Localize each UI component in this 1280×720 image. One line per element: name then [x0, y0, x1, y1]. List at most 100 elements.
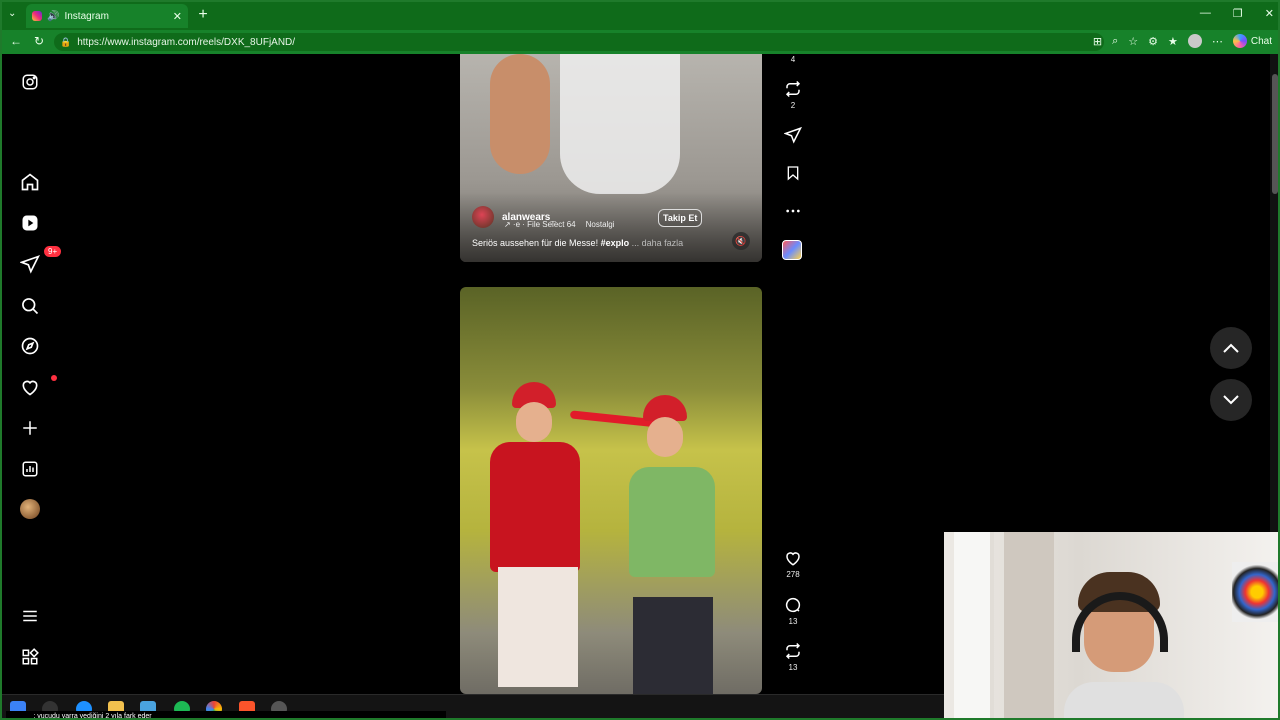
audio-thumbnail[interactable] [782, 240, 802, 260]
more-apps-icon[interactable] [18, 645, 42, 669]
windows-taskbar: ______: vucudu yarra yediğini 2 yıla far… [2, 694, 944, 720]
zoom-icon[interactable]: ⌕ [1112, 35, 1118, 48]
favorites-icon[interactable]: ★ [1168, 35, 1178, 48]
more-icon[interactable] [782, 200, 804, 222]
reel-video-2[interactable] [460, 287, 762, 694]
copilot-chat-button[interactable]: Chat [1232, 34, 1272, 48]
notifications-badge: 9+ [44, 246, 62, 257]
extensions-icon[interactable]: ⚙ [1148, 35, 1158, 48]
browser-toolbar: ← ↻ 🔒 https://www.instagram.com/reels/DX… [2, 30, 1278, 54]
reels-icon[interactable] [18, 211, 42, 235]
messages-icon[interactable]: 9+ [18, 246, 62, 276]
screen: ⌄ 🔊 Instagram ✕ + — ❐ ✕ ← ↻ 🔒 https://ww… [0, 0, 1280, 720]
avatar [20, 499, 40, 519]
white-pants [498, 567, 578, 687]
close-tab-icon[interactable]: ✕ [173, 10, 182, 23]
minimize-icon[interactable]: — [1200, 7, 1211, 20]
previous-reel-button[interactable] [1210, 327, 1252, 369]
audio-playing-icon[interactable]: 🔊 [47, 11, 59, 22]
heart-icon[interactable] [782, 547, 804, 569]
browser-titlebar: ⌄ 🔊 Instagram ✕ + — ❐ ✕ [2, 2, 1278, 30]
reel-audio[interactable]: ↗ ·e · File Select 64 Nostalgi [504, 220, 615, 229]
reel2-comment-action[interactable]: 13 [782, 594, 804, 626]
person-head [647, 417, 683, 457]
reel2-repost-count: 13 [788, 663, 798, 672]
more-link[interactable]: ... daha fazla [632, 238, 684, 248]
close-window-icon[interactable]: ✕ [1265, 7, 1274, 20]
ticker-user: ______ [10, 713, 34, 720]
tab-list-button[interactable]: ⌄ [8, 8, 16, 19]
video-frame-arm [490, 54, 550, 174]
video-person-right [625, 395, 725, 694]
video-person-left [480, 382, 590, 694]
tab-instagram[interactable]: 🔊 Instagram ✕ [26, 4, 188, 28]
profile-icon[interactable] [18, 497, 42, 521]
dartboard [1232, 562, 1278, 622]
reel1-repost-action[interactable]: 2 [782, 78, 804, 110]
restore-icon[interactable]: ❐ [1233, 7, 1243, 20]
next-reel-button[interactable] [1210, 379, 1252, 421]
streamer-body [1064, 682, 1184, 718]
favorite-star-icon[interactable]: ☆ [1128, 35, 1138, 48]
mute-icon[interactable]: 🔇 [732, 232, 750, 250]
person-head [516, 402, 552, 442]
create-icon[interactable] [18, 416, 42, 440]
comment-icon[interactable] [782, 594, 804, 616]
explore-icon[interactable] [18, 334, 42, 358]
audio-track-2: Nostalgi [585, 220, 615, 229]
caption-text: Seriös aussehen für die Messe! [472, 238, 601, 248]
doorway [1004, 532, 1054, 718]
green-shirt [629, 467, 715, 577]
refresh-icon[interactable]: ↻ [34, 34, 44, 48]
reel1-top-count: 4 [790, 55, 796, 64]
ticker-text: : vucudu yarra yediğini 2 yıla fark eder [33, 713, 152, 720]
search-icon[interactable] [18, 294, 42, 318]
back-icon[interactable]: ← [10, 34, 22, 48]
activity-dot [51, 375, 57, 381]
heart-icon[interactable] [18, 375, 57, 399]
reel2-repost-action[interactable]: 13 [782, 640, 804, 672]
settings-more-icon[interactable]: ⋯ [1212, 35, 1223, 48]
webcam-overlay [944, 532, 1278, 718]
dashboard-icon[interactable] [18, 457, 42, 481]
scrollbar-thumb[interactable] [1272, 74, 1278, 194]
home-icon[interactable] [18, 170, 42, 194]
copilot-icon [1232, 34, 1247, 48]
reel1-more-action[interactable] [782, 200, 804, 222]
profile-avatar[interactable] [1187, 34, 1202, 48]
chevron-down-icon [1223, 395, 1239, 405]
chat-ticker: ______: vucudu yarra yediğini 2 yıla far… [6, 711, 446, 720]
bookmark-icon[interactable] [782, 162, 804, 184]
caption-hashtag[interactable]: #explo [601, 238, 630, 248]
author-avatar[interactable] [472, 206, 494, 228]
reel2-comment-count: 13 [788, 617, 798, 626]
menu-icon[interactable] [18, 604, 42, 628]
reel1-share-action[interactable] [782, 124, 804, 146]
chat-label: Chat [1250, 35, 1272, 47]
reel1-save-action[interactable] [782, 162, 804, 184]
reel2-like-count: 278 [786, 570, 800, 579]
instagram-icon[interactable] [18, 70, 42, 94]
url-text: https://www.instagram.com/reels/DXK_8UFj… [77, 36, 296, 48]
share-icon[interactable] [782, 124, 804, 146]
streamer [1064, 572, 1184, 718]
reel1-repost-count: 2 [790, 101, 796, 110]
reel1-comment-count-item: 4 [782, 54, 804, 64]
red-jacket [490, 442, 580, 572]
new-tab-button[interactable]: + [194, 6, 212, 24]
site-info-icon[interactable]: 🔒 [60, 37, 71, 48]
repost-icon[interactable] [782, 78, 804, 100]
instagram-favicon-icon [32, 11, 42, 21]
dark-jeans [633, 597, 713, 694]
address-bar[interactable]: 🔒 https://www.instagram.com/reels/DXK_8U… [54, 33, 1104, 51]
follow-button[interactable]: Takip Et [658, 209, 703, 227]
apps-icon[interactable]: ⊞ [1093, 35, 1102, 48]
reel2-like-action[interactable]: 278 [782, 547, 804, 579]
toolbar-icons: ⊞ ⌕ ☆ ⚙ ★ ⋯ Chat [1093, 34, 1272, 48]
repost-icon[interactable] [782, 640, 804, 662]
reel-caption[interactable]: Seriös aussehen für die Messe! #explo ..… [472, 238, 683, 248]
reel-video-1[interactable]: alanwears_ ↗ ·e · File Select 64 Nostalg… [460, 54, 762, 262]
reel1-audio-thumb[interactable] [782, 240, 804, 260]
tab-title: Instagram [64, 10, 109, 22]
video-frame-shirt [560, 54, 680, 194]
